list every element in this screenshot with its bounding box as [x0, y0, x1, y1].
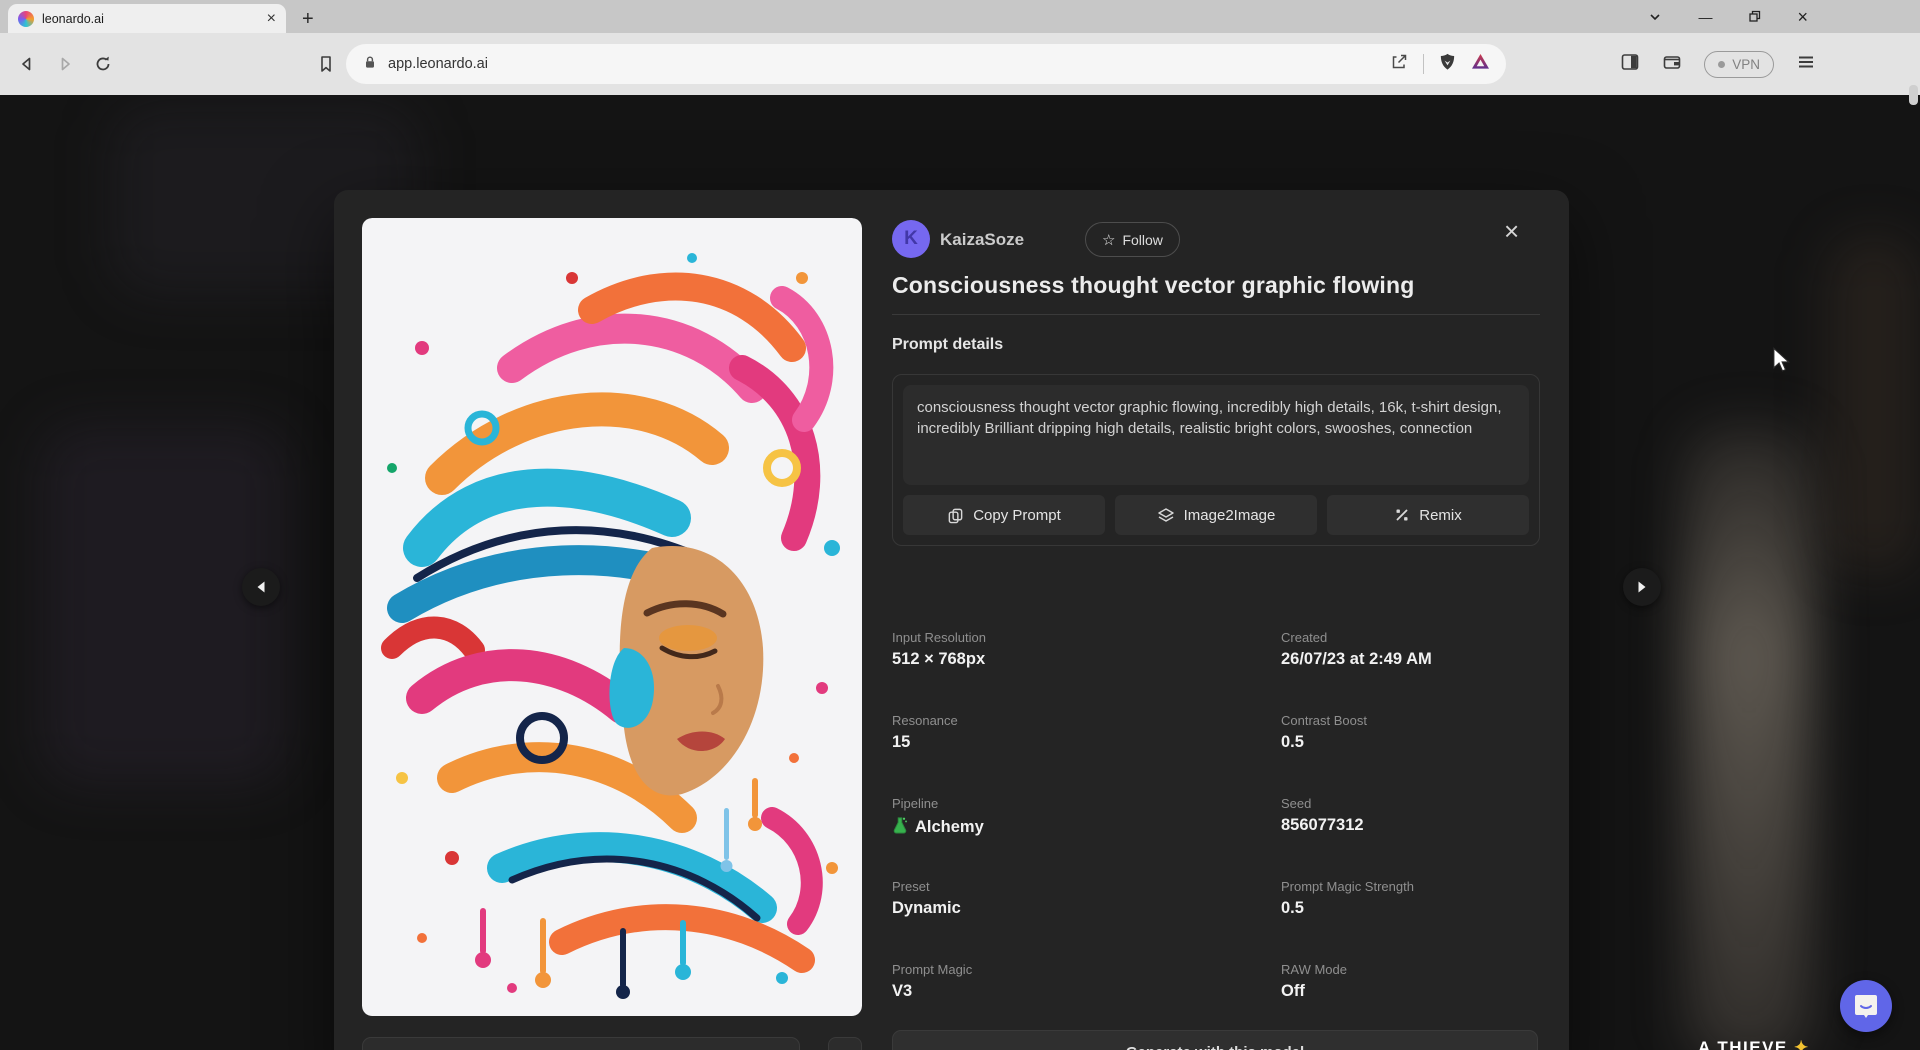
- address-bar[interactable]: app.leonardo.ai: [346, 44, 1506, 84]
- page-scrollbar-thumb[interactable]: [1909, 85, 1918, 105]
- image2image-label: Image2Image: [1184, 507, 1276, 524]
- sparkle-icon: ✦: [1794, 1038, 1810, 1050]
- detail-pipeline: Pipeline Alchemy: [892, 796, 1281, 879]
- leonardo-favicon: [18, 11, 34, 27]
- generated-artwork-image[interactable]: [362, 218, 862, 1016]
- bookmark-icon[interactable]: [316, 54, 336, 74]
- next-image-button[interactable]: [1623, 568, 1661, 606]
- watermark: A THIEVE ✦: [1698, 1038, 1810, 1050]
- detail-prompt-magic-strength: Prompt Magic Strength 0.5: [1281, 879, 1540, 962]
- prompt-text: consciousness thought vector graphic flo…: [903, 385, 1529, 485]
- star-icon: ☆: [1102, 231, 1115, 249]
- window-close-button[interactable]: ×: [1797, 8, 1808, 26]
- mouse-cursor: [1770, 347, 1792, 378]
- menu-hamburger-icon[interactable]: [1796, 52, 1816, 77]
- leonardo-page-backdrop: K KaizaSoze ☆ Follow × Consciousness tho…: [0, 95, 1920, 1050]
- divider: [1423, 54, 1424, 74]
- image2image-button[interactable]: Image2Image: [1115, 495, 1317, 535]
- modal-close-icon[interactable]: ×: [1504, 218, 1519, 244]
- backdrop-blur-blob: [40, 425, 290, 785]
- tab-title: leonardo.ai: [42, 12, 259, 26]
- new-tab-button[interactable]: +: [302, 9, 314, 29]
- browser-toolbar: app.leonardo.ai VPN: [0, 33, 1920, 95]
- browser-tab[interactable]: leonardo.ai ×: [8, 4, 286, 33]
- vpn-button[interactable]: VPN: [1704, 51, 1774, 78]
- url-text[interactable]: app.leonardo.ai: [388, 56, 1380, 72]
- back-button[interactable]: [12, 49, 42, 79]
- image-detail-panel: K KaizaSoze ☆ Follow × Consciousness tho…: [892, 190, 1542, 1050]
- detail-seed: Seed 856077312: [1281, 796, 1540, 879]
- support-chat-button[interactable]: [1840, 980, 1892, 1032]
- brave-shield-icon[interactable]: [1438, 52, 1457, 77]
- detail-input-resolution: Input Resolution 512 × 768px: [892, 630, 1281, 713]
- generation-details-grid: Input Resolution 512 × 768px Created 26/…: [892, 630, 1540, 1045]
- sidebar-panel-icon[interactable]: [1620, 52, 1640, 77]
- previous-image-button[interactable]: [242, 568, 280, 606]
- brave-rewards-bat-icon[interactable]: [1471, 53, 1490, 75]
- remix-label: Remix: [1419, 507, 1462, 524]
- detail-created: Created 26/07/23 at 2:49 AM: [1281, 630, 1540, 713]
- vpn-label: VPN: [1732, 57, 1760, 72]
- avatar[interactable]: K: [892, 220, 930, 258]
- tab-close-icon[interactable]: ×: [267, 11, 276, 27]
- detail-resonance: Resonance 15: [892, 713, 1281, 796]
- follow-button[interactable]: ☆ Follow: [1085, 222, 1180, 257]
- backdrop-blur-blob: [1828, 235, 1920, 575]
- remix-button[interactable]: Remix: [1327, 495, 1529, 535]
- generation-title: Consciousness thought vector graphic flo…: [892, 272, 1415, 299]
- browser-titlebar: leonardo.ai × + — ×: [0, 0, 1920, 33]
- wallet-icon[interactable]: [1662, 52, 1682, 77]
- forward-button[interactable]: [50, 49, 80, 79]
- prompt-details-heading: Prompt details: [892, 336, 1003, 354]
- copy-prompt-button[interactable]: Copy Prompt: [903, 495, 1105, 535]
- follow-label: Follow: [1122, 232, 1162, 248]
- image-actions-more-button[interactable]: [828, 1037, 862, 1050]
- generate-with-model-button[interactable]: Generate with this model: [892, 1030, 1538, 1050]
- vpn-status-dot: [1718, 61, 1725, 68]
- detail-contrast-boost: Contrast Boost 0.5: [1281, 713, 1540, 796]
- tab-search-chevron-icon[interactable]: [1648, 10, 1662, 24]
- share-icon[interactable]: [1390, 52, 1409, 76]
- image-detail-modal: K KaizaSoze ☆ Follow × Consciousness tho…: [334, 190, 1569, 1050]
- copy-prompt-label: Copy Prompt: [973, 507, 1061, 524]
- lock-icon: [362, 54, 378, 75]
- image-actions-strip[interactable]: [362, 1037, 800, 1050]
- reload-button[interactable]: [88, 49, 118, 79]
- prompt-details-card: consciousness thought vector graphic flo…: [892, 374, 1540, 546]
- restore-button[interactable]: [1748, 10, 1761, 23]
- backdrop-blur-blob: [1688, 425, 1810, 1050]
- divider: [892, 314, 1540, 315]
- minimize-button[interactable]: —: [1698, 10, 1712, 24]
- username[interactable]: KaizaSoze: [940, 230, 1024, 250]
- detail-preset: Preset Dynamic: [892, 879, 1281, 962]
- alchemy-flask-icon: [892, 816, 908, 839]
